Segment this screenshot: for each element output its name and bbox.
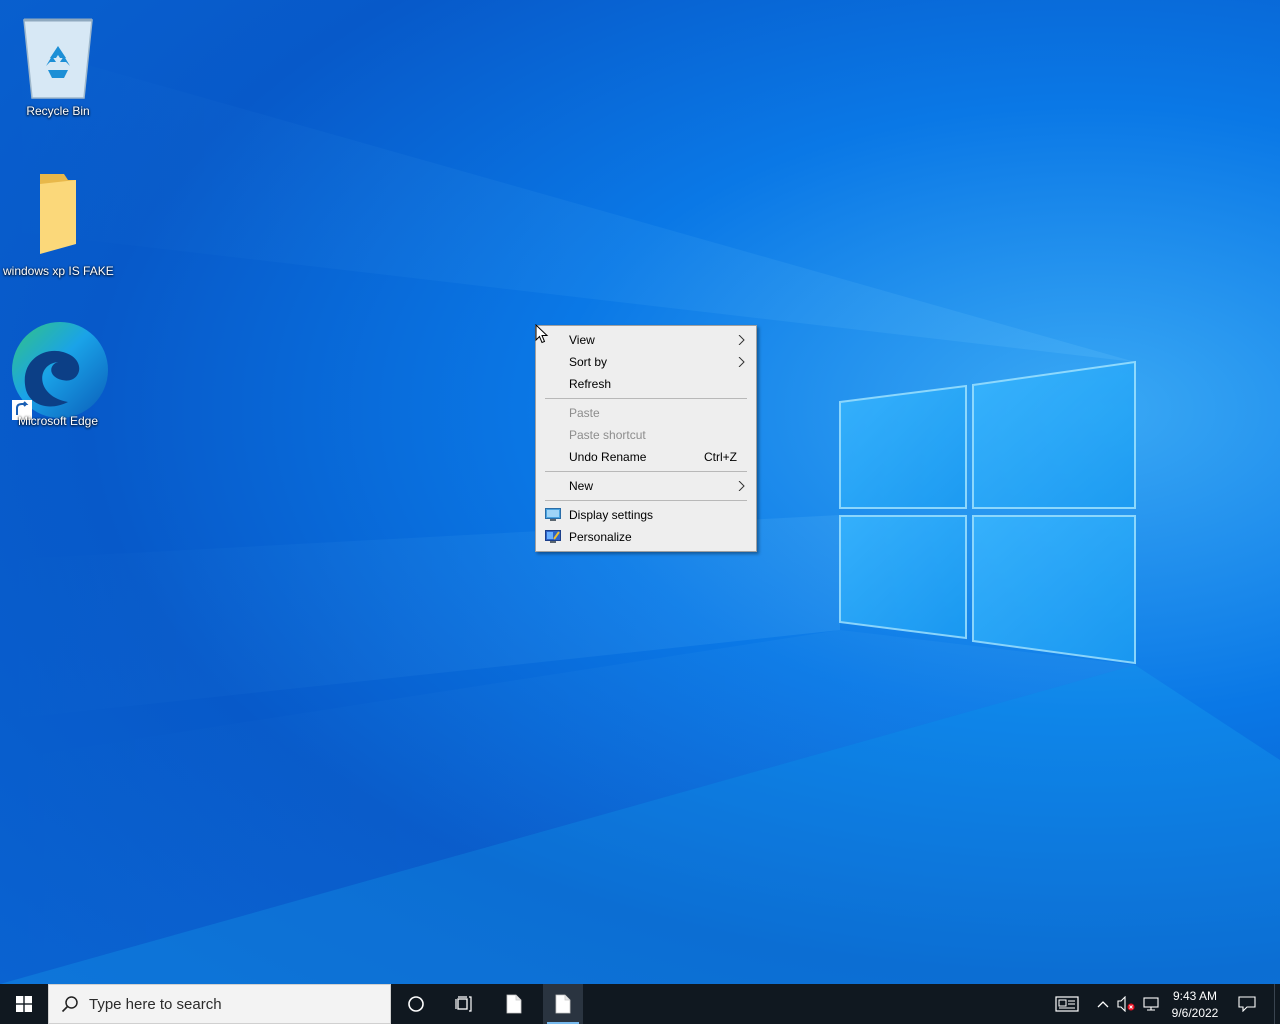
windows-start-icon xyxy=(16,996,32,1012)
show-desktop-button[interactable] xyxy=(1274,984,1280,1024)
menu-item-label: View xyxy=(569,333,595,347)
desktop[interactable]: Recycle Bin windows xp IS FAKE Microsoft… xyxy=(0,0,1280,984)
desktop-context-menu: View Sort by Refresh Paste Paste shortcu… xyxy=(535,325,757,552)
menu-item-label: New xyxy=(569,479,594,493)
recycle-bin-label: Recycle Bin xyxy=(26,104,90,118)
menu-item-view[interactable]: View xyxy=(536,329,756,351)
menu-item-label: Sort by xyxy=(569,355,608,369)
menu-separator xyxy=(545,500,747,501)
clock-date: 9/6/2022 xyxy=(1171,1006,1219,1020)
news-and-interests-button[interactable] xyxy=(1050,984,1084,1024)
file-icon xyxy=(506,994,522,1014)
menu-item-label: Personalize xyxy=(569,530,632,544)
menu-item-refresh[interactable]: Refresh xyxy=(536,373,756,395)
network-icon xyxy=(1143,997,1159,1011)
menu-item-label: Undo Rename xyxy=(569,450,647,464)
folder-label: windows xp IS FAKE xyxy=(3,264,114,278)
chevron-right-icon xyxy=(738,357,745,367)
show-hidden-icons-button[interactable] xyxy=(1092,984,1114,1024)
recycle-bin-icon xyxy=(23,18,93,99)
menu-separator xyxy=(545,398,747,399)
cortana-button[interactable] xyxy=(396,984,436,1024)
menu-item-shortcut: Ctrl+Z xyxy=(704,450,737,464)
file-icon xyxy=(555,994,571,1014)
task-view-button[interactable] xyxy=(444,984,484,1024)
personalize-icon xyxy=(545,530,561,543)
menu-item-paste-shortcut: Paste shortcut xyxy=(536,424,756,446)
network-button[interactable] xyxy=(1139,984,1163,1024)
search-input[interactable] xyxy=(87,994,381,1014)
taskbar-search-box[interactable] xyxy=(48,984,391,1024)
menu-item-new[interactable]: New xyxy=(536,475,756,497)
edge-icon xyxy=(12,322,108,420)
cortana-icon xyxy=(408,996,424,1012)
menu-item-label: Paste xyxy=(569,406,600,420)
menu-separator xyxy=(545,471,747,472)
start-button[interactable] xyxy=(0,984,48,1024)
edge-label: Microsoft Edge xyxy=(17,414,99,428)
news-icon xyxy=(1055,996,1079,1012)
menu-item-personalize[interactable]: Personalize xyxy=(536,526,756,548)
search-icon xyxy=(61,996,78,1013)
action-center-button[interactable] xyxy=(1230,984,1264,1024)
folder-shortcut[interactable]: windows xp IS FAKE xyxy=(3,170,114,278)
chevron-right-icon xyxy=(738,481,745,491)
taskbar-clock[interactable]: 9:43 AM 9/6/2022 xyxy=(1164,988,1226,1022)
menu-item-label: Paste shortcut xyxy=(569,428,646,442)
volume-muted-icon xyxy=(1117,996,1135,1012)
menu-item-label: Display settings xyxy=(569,508,654,522)
windows-logo-wallpaper xyxy=(839,360,1136,665)
mouse-cursor-icon xyxy=(535,324,549,344)
clock-time: 9:43 AM xyxy=(1172,989,1218,1003)
edge-shortcut[interactable]: Microsoft Edge xyxy=(3,318,113,428)
volume-button[interactable] xyxy=(1114,984,1138,1024)
chevron-right-icon xyxy=(738,335,745,345)
menu-item-label: Refresh xyxy=(569,377,612,391)
taskbar-app-file-2[interactable] xyxy=(543,984,583,1024)
notification-icon xyxy=(1238,996,1256,1012)
recycle-bin-shortcut[interactable]: Recycle Bin xyxy=(3,10,113,118)
menu-item-undo-rename[interactable]: Undo Rename Ctrl+Z xyxy=(536,446,756,468)
task-view-icon xyxy=(455,996,472,1012)
chevron-up-icon xyxy=(1097,1001,1109,1008)
folder-icon xyxy=(40,174,76,254)
menu-item-display-settings[interactable]: Display settings xyxy=(536,504,756,526)
menu-item-sort-by[interactable]: Sort by xyxy=(536,351,756,373)
taskbar: 9:43 AM 9/6/2022 xyxy=(0,984,1280,1024)
taskbar-app-file-1[interactable] xyxy=(494,984,534,1024)
display-settings-icon xyxy=(545,508,561,521)
menu-item-paste: Paste xyxy=(536,402,756,424)
